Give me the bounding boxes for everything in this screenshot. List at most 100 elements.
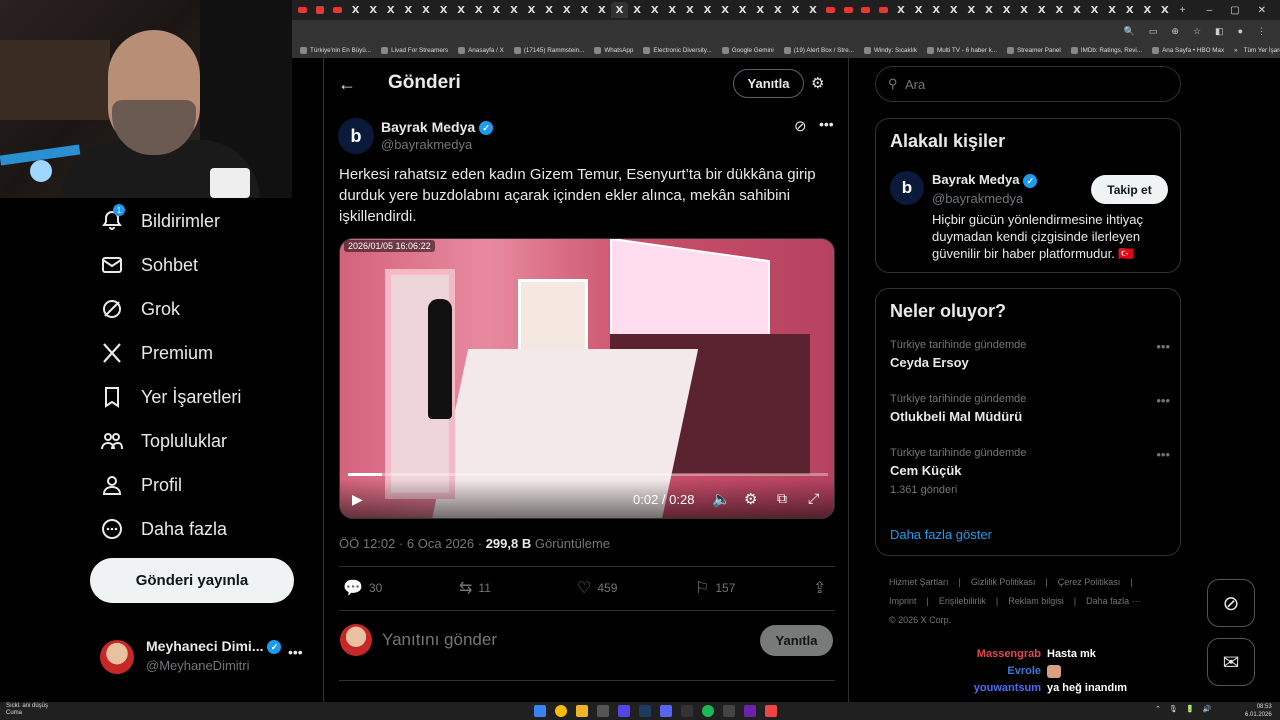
extensions-icon[interactable]: ◧ (1215, 26, 1224, 37)
browser-tab[interactable]: X (610, 2, 629, 18)
app-icon[interactable] (723, 705, 735, 717)
browser-tab[interactable]: X (417, 2, 435, 18)
play-icon[interactable]: ▶ (352, 491, 363, 508)
more-icon[interactable]: ••• (1156, 339, 1170, 354)
footer-link[interactable]: Imprint (889, 592, 917, 611)
browser-tab[interactable]: X (734, 2, 752, 18)
app-icon[interactable] (597, 705, 609, 717)
weather-widget[interactable]: Sıckl. ani düşüş Cuma (6, 703, 48, 717)
browser-tab[interactable]: X (1015, 2, 1033, 18)
nav-item-grok[interactable]: Grok (100, 294, 180, 324)
volume-icon[interactable]: 🔈 (712, 490, 731, 508)
share-action[interactable]: ⇪ (813, 578, 826, 598)
browser-tab[interactable]: X (646, 2, 664, 18)
bookmark-item[interactable]: Streamer Panel (1007, 46, 1061, 54)
video-player[interactable]: 2026/01/05 16:06:22 ▶ 0:02 / 0:28 🔈 ⚙ ⧉ … (339, 238, 835, 519)
more-icon[interactable]: ••• (819, 116, 834, 132)
browser-tab[interactable]: X (1103, 2, 1121, 18)
show-more-link[interactable]: Daha fazla göster (890, 527, 992, 542)
browser-tab[interactable]: X (1139, 2, 1157, 18)
browser-tab[interactable]: X (382, 2, 400, 18)
trend-item[interactable]: Türkiye tarihinde gündemde Cem Küçük 1.361… (890, 447, 1170, 496)
nav-item-more-circle[interactable]: Daha fazla (100, 514, 227, 544)
related-handle[interactable]: @bayrakmedya (932, 191, 1023, 206)
footer-link[interactable]: Çerez Politikası (1058, 573, 1121, 592)
bookmark-item[interactable]: Windy: Sıcaklık (863, 46, 917, 54)
video-progress-bar[interactable] (348, 473, 828, 476)
browser-tab[interactable]: X (945, 2, 963, 18)
bookmarks-overflow[interactable]: »Tüm Yer İşaretleri (1234, 47, 1280, 54)
discord-icon[interactable] (660, 705, 672, 717)
browser-tab[interactable]: X (751, 2, 769, 18)
app-icon[interactable] (765, 705, 777, 717)
reply-input[interactable]: Yanıtını gönder (382, 630, 497, 650)
browser-tab[interactable]: X (488, 2, 506, 18)
minimize-icon[interactable]: – (1207, 5, 1213, 16)
app-icon[interactable] (744, 705, 756, 717)
app-icon[interactable] (618, 705, 630, 717)
bookmark-item[interactable]: Ana Sayfa • HBO Max (1152, 46, 1224, 54)
chrome-icon[interactable] (555, 705, 567, 717)
nav-item-person[interactable]: Profil (100, 470, 182, 500)
back-arrow-icon[interactable]: ← (338, 74, 356, 95)
picture-in-picture-icon[interactable]: ⧉ (777, 490, 787, 507)
trend-item[interactable]: Türkiye tarihinde gündemde Ceyda Ersoy ••• (890, 339, 1170, 370)
grok-fab[interactable]: ⊘ (1207, 579, 1255, 627)
browser-tab[interactable]: X (400, 2, 418, 18)
nav-item-bookmark[interactable]: Yer İşaretleri (100, 382, 241, 412)
account-switcher[interactable]: Meyhaneci Dimi... ✓ @MeyhaneDimitri ••• (100, 636, 310, 676)
follow-button[interactable]: Takip et (1091, 175, 1168, 204)
browser-tab[interactable]: X (452, 2, 470, 18)
spotify-icon[interactable] (702, 705, 714, 717)
bookmark-item[interactable]: Multi TV - 6 haber k... (927, 46, 997, 54)
browser-tab[interactable]: X (892, 2, 910, 18)
bookmark-action[interactable]: ⚐ 157 (695, 578, 735, 598)
browser-tab[interactable]: X (1068, 2, 1086, 18)
system-tray[interactable]: ⌃ 🎙 🔋 🔊 (1155, 705, 1211, 713)
zoom-icon[interactable]: ⊕ (1171, 26, 1179, 37)
browser-tab[interactable]: X (470, 2, 488, 18)
bookmark-item[interactable]: (19) Alert Box / Stre... (783, 46, 854, 54)
search-icon[interactable]: 🔍 (1124, 26, 1135, 37)
bookmark-item[interactable]: WhatsApp (594, 46, 633, 54)
browser-tab[interactable]: X (1121, 2, 1139, 18)
footer-link[interactable]: Gizlilik Politikası (971, 573, 1036, 592)
browser-tab[interactable]: X (1156, 2, 1174, 18)
bookmark-item[interactable]: Electronic Diversity... (643, 46, 712, 54)
nav-item-people[interactable]: Topluluklar (100, 426, 227, 456)
browser-tab[interactable]: X (628, 2, 646, 18)
browser-tab[interactable]: X (505, 2, 523, 18)
more-icon[interactable]: ••• (288, 644, 303, 660)
bookmark-item[interactable]: Türkiye'nin En Büyü... (300, 46, 371, 54)
browser-tab[interactable] (312, 2, 330, 18)
trend-item[interactable]: Türkiye tarihinde gündemde Otlukbeli Mal … (890, 393, 1170, 424)
bookmark-item[interactable]: (17145) Rammstein... (513, 46, 584, 54)
more-icon[interactable]: ••• (1156, 447, 1170, 462)
browser-tab[interactable]: X (787, 2, 805, 18)
bookmark-item[interactable]: IMDb: Ratings, Revi... (1070, 46, 1142, 54)
browser-tab[interactable] (329, 2, 347, 18)
fullscreen-icon[interactable]: ⤢ (808, 490, 819, 507)
author-handle[interactable]: @bayrakmedya (381, 137, 472, 152)
steam-icon[interactable] (639, 705, 651, 717)
browser-tab[interactable]: X (435, 2, 453, 18)
browser-tab[interactable]: X (364, 2, 382, 18)
browser-tab[interactable] (839, 2, 857, 18)
post-button[interactable]: Gönderi yayınla (90, 558, 294, 603)
bookmark-item[interactable]: Livad For Streamers (381, 46, 448, 54)
footer-link[interactable]: Daha fazla ··· (1086, 592, 1141, 611)
browser-tab[interactable]: X (963, 2, 981, 18)
reply-action[interactable]: 💬 30 (343, 578, 382, 598)
nav-item-mail[interactable]: Sohbet (100, 250, 198, 280)
browser-tab[interactable]: X (558, 2, 576, 18)
close-icon[interactable]: ✕ (1258, 5, 1266, 16)
browser-tab[interactable]: X (1033, 2, 1051, 18)
author-avatar[interactable]: b (338, 118, 374, 154)
footer-link[interactable]: Hizmet Şartları (889, 573, 949, 592)
browser-tab[interactable] (294, 2, 312, 18)
related-avatar[interactable]: b (890, 171, 924, 205)
nav-item-x-logo[interactable]: Premium (100, 338, 213, 368)
nav-item-bell[interactable]: 1 Bildirimler (100, 204, 220, 236)
repost-action[interactable]: ⇆ 11 (459, 578, 491, 598)
browser-tab[interactable] (822, 2, 840, 18)
